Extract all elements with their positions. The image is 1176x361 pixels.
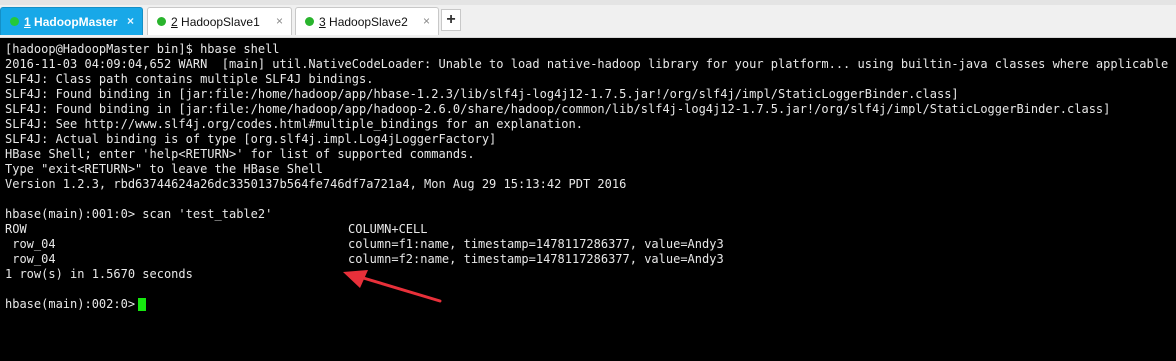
close-icon[interactable]: × xyxy=(127,14,134,28)
tab-bar-strip xyxy=(0,0,1176,5)
tab-number: 2 xyxy=(171,14,178,29)
tab-label: 3 HadoopSlave2 xyxy=(319,15,408,29)
tab-label: 2 HadoopSlave1 xyxy=(171,15,260,29)
tab-title: HadoopSlave1 xyxy=(177,14,260,29)
close-icon[interactable]: × xyxy=(276,14,283,28)
terminal-output[interactable]: [hadoop@HadoopMaster bin]$ hbase shell 2… xyxy=(0,38,1176,361)
tab-hadoopslave1[interactable]: 2 HadoopSlave1 × xyxy=(147,7,292,35)
tab-bar: 1 HadoopMaster × 2 HadoopSlave1 × 3 Hado… xyxy=(0,0,1176,38)
tab-hadoopmaster[interactable]: 1 HadoopMaster × xyxy=(0,7,143,35)
red-arrow-annotation xyxy=(343,270,442,303)
tab-title: HadoopMaster xyxy=(30,14,118,29)
tab-label: 1 HadoopMaster xyxy=(24,15,117,29)
tab-title: HadoopSlave2 xyxy=(325,14,408,29)
status-dot-icon xyxy=(305,17,314,26)
tab-number: 3 xyxy=(319,14,326,29)
status-dot-icon xyxy=(157,17,166,26)
new-tab-button[interactable]: + xyxy=(441,9,461,31)
tab-number: 1 xyxy=(24,14,31,29)
tab-hadoopslave2[interactable]: 3 HadoopSlave2 × xyxy=(295,7,439,35)
status-dot-icon xyxy=(10,17,19,26)
close-icon[interactable]: × xyxy=(423,14,430,28)
